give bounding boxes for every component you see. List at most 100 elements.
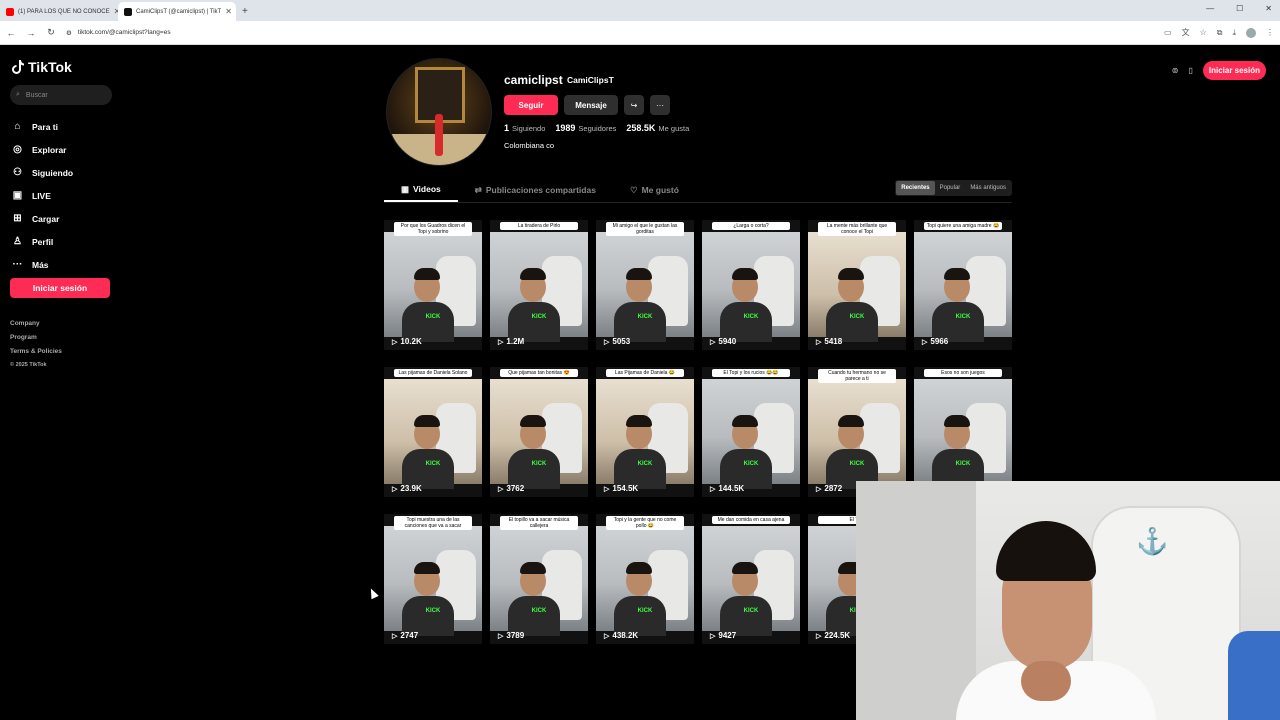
thumb-body (720, 302, 772, 342)
profile-avatar-icon[interactable] (1246, 27, 1256, 38)
url-field[interactable]: ⚙ tiktok.com/@camiclipst?lang=es (66, 29, 1154, 37)
new-tab-button[interactable]: + (236, 2, 254, 21)
menu-dots-icon[interactable]: ⋮ (1266, 28, 1274, 37)
header-login-button[interactable]: Iniciar sesión (1202, 61, 1266, 80)
video-card[interactable]: KICKEsos no son juegos▷ (914, 367, 1012, 497)
address-bar: ← → ↻ ⚙ tiktok.com/@camiclipst?lang=es ▭… (0, 21, 1280, 45)
footer-link-company[interactable]: Company (10, 320, 62, 334)
more-icon: ··· (12, 259, 23, 270)
bookmark-star-icon[interactable]: ☆ (1200, 28, 1207, 37)
webcam-wall (856, 481, 976, 720)
video-card[interactable]: KICK Que pijamas tan bonitas 😍 ▷ 3762 (490, 367, 588, 497)
maximize-icon[interactable]: ☐ (1236, 4, 1243, 13)
view-count-value: 3762 (506, 484, 525, 493)
coins-icon[interactable]: ⊚ (1172, 66, 1179, 75)
nav-label: Explorar (32, 144, 67, 155)
video-card[interactable]: KICK La tiradera de Pirlo ▷ 1.2M (490, 220, 588, 350)
avatar[interactable] (386, 58, 492, 166)
view-count-value: 10.2K (400, 337, 422, 346)
tab-reposts[interactable]: ⇄ Publicaciones compartidas (458, 178, 613, 202)
sort-oldest[interactable]: Más antiguos (965, 181, 1011, 195)
site-info-icon[interactable]: ⚙ (66, 29, 72, 37)
view-count-value: 5940 (718, 337, 737, 346)
following-stat[interactable]: 1 Siguiendo (504, 123, 545, 133)
tiktok-logo[interactable]: TikTok (12, 59, 72, 75)
view-count-value: 144.5K (718, 484, 745, 493)
video-thumbnail: KICK (384, 379, 482, 489)
play-icon: ▷ (710, 338, 716, 346)
sidebar-item-perfil[interactable]: ♙ Perfil (12, 230, 73, 253)
tab-videos[interactable]: ▦ Videos (384, 178, 458, 202)
view-count: ▷ 144.5K (710, 484, 744, 493)
sidebar-item-live[interactable]: ▣ LIVE (12, 184, 73, 207)
browser-tab-youtube[interactable]: (1) PARA LOS QUE NO CONOCE ✕ (0, 2, 118, 21)
more-options-button[interactable]: ··· (650, 95, 670, 115)
thumb-hair (520, 562, 546, 574)
forward-icon[interactable]: → (26, 28, 36, 38)
thumb-hair (838, 268, 864, 280)
device-icon[interactable]: ▯ (1188, 66, 1192, 75)
footer-link-terms[interactable]: Terms & Policies (10, 348, 62, 362)
youtube-favicon-icon (6, 7, 14, 16)
view-count-value: 3789 (506, 631, 525, 640)
follow-button[interactable]: Seguir (504, 95, 558, 115)
video-card[interactable]: KICK Me dan comida en casa ajena ▷ 9427 (702, 514, 800, 644)
sidebar-login-button[interactable]: Iniciar sesión (10, 278, 110, 298)
video-card[interactable]: KICK La mente más brillante que conoce el… (808, 220, 906, 350)
video-card[interactable]: KICK Las pijamas de Daniela Solano ▷ 23.9K (384, 367, 482, 497)
video-card[interactable]: KICK Topi muestra una de las canciones qu… (384, 514, 482, 644)
install-icon[interactable]: ▭ (1164, 28, 1172, 37)
thumb-hair (626, 415, 652, 427)
sort-recent[interactable]: Recientes (896, 181, 935, 195)
view-count-value: 1.2M (506, 337, 525, 346)
video-card[interactable]: KICK El topillo va a sacar música calleje… (490, 514, 588, 644)
followers-stat[interactable]: 1989 Seguidores (555, 123, 616, 133)
following-icon: ⚇ (13, 167, 22, 178)
video-card[interactable]: KICK El Topi y los rucios 😂😂 ▷ 144.5K (702, 367, 800, 497)
tab-liked[interactable]: ♡ Me gustó (613, 178, 696, 202)
close-tab-icon[interactable]: ✕ (225, 7, 232, 16)
tiktok-page: TikTok ⌕ Buscar ⌂ Para ti ◎ Explorar ⚇ Sigu… (0, 45, 1280, 720)
extensions-icon[interactable]: ⧉ (1217, 28, 1223, 38)
view-count: ▷ 10.2K (392, 337, 422, 346)
video-card[interactable]: KICK Cuando tu hermano no se parece a ti ▷… (808, 367, 906, 497)
thumb-body (402, 302, 454, 342)
view-count: ▷ 1.2M (498, 337, 524, 346)
sidebar-item-mas[interactable]: ··· Más (12, 253, 73, 276)
video-card[interactable]: KICK Topi quiere una amiga madre 😂 ▷ 5966 (914, 220, 1012, 350)
webcam-blue-object (1228, 631, 1280, 720)
copyright: © 2025 TikTok (10, 362, 47, 368)
video-thumbnail: KICK (914, 379, 1012, 489)
video-thumbnail: KICK (808, 232, 906, 342)
video-thumbnail: KICK (702, 232, 800, 342)
translate-icon[interactable]: 文 (1182, 27, 1190, 38)
video-card[interactable]: KICK Las Pijamas de Daniela 😂 ▷ 154.5K (596, 367, 694, 497)
sidebar-item-siguiendo[interactable]: ⚇ Siguiendo (12, 161, 73, 184)
sidebar-item-para-ti[interactable]: ⌂ Para ti (12, 115, 73, 138)
thumb-body (720, 449, 772, 489)
video-caption: El topillo va a sacar música callejera (500, 516, 578, 530)
footer-link-program[interactable]: Program (10, 334, 62, 348)
sidebar-item-explorar[interactable]: ◎ Explorar (12, 138, 73, 161)
video-card[interactable]: KICK Topi y la gente que no come pollo 😂 ▷… (596, 514, 694, 644)
close-window-icon[interactable]: ✕ (1265, 4, 1272, 13)
search-input[interactable]: ⌕ Buscar (10, 85, 112, 105)
sidebar-item-cargar[interactable]: ⊞ Cargar (12, 207, 73, 230)
video-card[interactable]: KICK Mi amigo el que le gustan las gordit… (596, 220, 694, 350)
thumb-hair (944, 268, 970, 280)
video-card[interactable]: KICK Por que los Guadros dicen el Topi y … (384, 220, 482, 350)
video-caption: Me dan comida en casa ajena (712, 516, 790, 524)
play-icon: ▷ (604, 338, 610, 346)
browser-tab-tiktok[interactable]: CamiClipsT (@camiclipst) | TikT ✕ (118, 2, 236, 21)
sort-popular[interactable]: Popular (935, 181, 966, 195)
message-button[interactable]: Mensaje (564, 95, 618, 115)
share-button[interactable]: ↪ (624, 95, 644, 115)
back-icon[interactable]: ← (6, 28, 16, 38)
minimize-icon[interactable]: — (1206, 4, 1214, 13)
downloads-icon[interactable]: ⤓ (1232, 28, 1236, 38)
nav-label: Más (32, 259, 49, 270)
reload-icon[interactable]: ↻ (46, 27, 56, 38)
thumb-hair (414, 268, 440, 280)
video-card[interactable]: KICK ¿Larga o corta? ▷ 5940 (702, 220, 800, 350)
view-count-value: 9427 (718, 631, 737, 640)
